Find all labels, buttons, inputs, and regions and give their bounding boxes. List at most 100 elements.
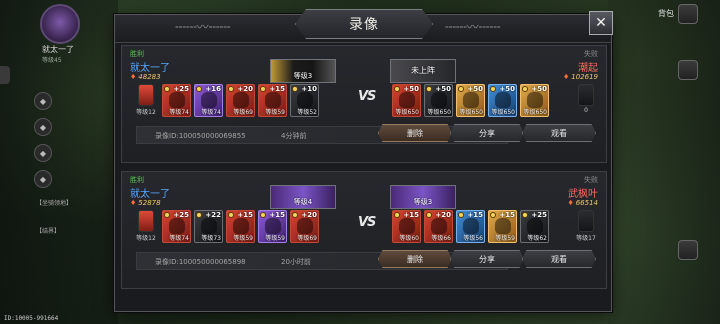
hero-portrait	[297, 218, 313, 234]
watch-button[interactable]: 观看	[522, 250, 596, 268]
hero-plus: +15	[499, 211, 515, 219]
defender-power: ♦ 102619	[562, 73, 598, 81]
attacker-pet[interactable]: 等级4	[270, 185, 336, 209]
hero-portrait	[399, 92, 415, 108]
class-icon	[228, 86, 234, 92]
hero-portrait	[169, 218, 185, 234]
hero-slot[interactable]: +10 等级52	[290, 84, 319, 117]
replay-id: 录像ID:100050000065898	[155, 258, 246, 266]
tank-icon	[138, 84, 154, 106]
backpack-button[interactable]	[678, 4, 698, 24]
attacker-tank[interactable]: 等级12	[136, 210, 156, 243]
class-icon	[164, 86, 170, 92]
hero-level: 等级74	[169, 235, 189, 242]
hero-level: 等级74	[201, 109, 221, 116]
side-menu-icon-1[interactable]: ◆	[34, 92, 52, 110]
hero-slot[interactable]: +50 等级650	[424, 84, 453, 117]
hero-portrait	[527, 92, 543, 108]
hero-level: 等级52	[297, 109, 317, 116]
side-menu-icon-3[interactable]: ◆	[34, 144, 52, 162]
defender-pet[interactable]: 等级3	[390, 185, 456, 209]
pet-level: 等级4	[293, 198, 313, 206]
hero-slot[interactable]: +20 等级66	[424, 210, 453, 243]
attacker-pet[interactable]: 等级3	[270, 59, 336, 83]
hero-slot[interactable]: +50 等级650	[392, 84, 421, 117]
share-button[interactable]: 分享	[450, 124, 524, 142]
vs-label: VS	[358, 215, 376, 230]
defender-heroes: +15 等级60 +20 等级66 +15 等级56 +15 等级59 +25 等级62	[392, 210, 549, 243]
hero-portrait	[495, 92, 511, 108]
hero-plus: +15	[269, 85, 285, 93]
server-id: ID:10005-991664	[4, 315, 59, 322]
hero-plus: +20	[237, 85, 253, 93]
share-button[interactable]: 分享	[450, 250, 524, 268]
hero-plus: +50	[435, 85, 451, 93]
hero-level: 等级69	[233, 109, 253, 116]
side-menu-icon-4[interactable]: ◆	[34, 170, 52, 188]
attacker-tank[interactable]: 等级12	[136, 84, 156, 117]
class-icon	[164, 212, 170, 218]
replay-time: 4分钟前	[281, 132, 307, 140]
hero-portrait	[431, 218, 447, 234]
attacker-name[interactable]: 就太一了	[130, 185, 170, 200]
attacker-name[interactable]: 就太一了	[130, 59, 170, 74]
defender-tank[interactable]: 0	[576, 84, 596, 117]
hero-level: 等级59	[495, 235, 515, 242]
hero-plus: +20	[435, 211, 451, 219]
hero-portrait	[297, 92, 313, 108]
hero-plus: +16	[205, 85, 221, 93]
defender-tank[interactable]: 等级17	[576, 210, 596, 243]
left-sidebar: 就太一了 等级45 ◆ ◆ ◆ ◆ 【坐骑领地】 【结界】	[0, 0, 118, 324]
defender-name[interactable]: 武枫叶	[568, 185, 598, 200]
hero-slot[interactable]: +50 等级650	[488, 84, 517, 117]
hero-portrait	[527, 218, 543, 234]
hero-slot[interactable]: +15 等级59	[258, 210, 287, 243]
watch-button[interactable]: 观看	[522, 124, 596, 142]
player-avatar[interactable]	[40, 4, 80, 44]
class-icon	[490, 86, 496, 92]
hero-slot[interactable]: +25 等级74	[162, 210, 191, 243]
panel-title: 录像	[349, 17, 379, 33]
delete-button[interactable]: 删除	[378, 250, 452, 268]
tank-icon	[578, 210, 594, 232]
vs-label: VS	[358, 89, 376, 104]
hero-portrait	[233, 92, 249, 108]
hero-slot[interactable]: +15 等级59	[258, 84, 287, 117]
hero-slot[interactable]: +20 等级69	[226, 84, 255, 117]
replay-id: 录像ID:100050000069855	[155, 132, 246, 140]
hero-slot[interactable]: +25 等级74	[162, 84, 191, 117]
pet-level: 等级3	[293, 72, 313, 80]
hero-slot[interactable]: +25 等级62	[520, 210, 549, 243]
map-tool-button-1[interactable]	[678, 60, 698, 80]
hero-portrait	[463, 92, 479, 108]
replay-panel: ╌╌╌〰╌╌╌ ╌╌╌〰╌╌╌ 录像 ✕ 胜利 失败 就太一了 潮起 ♦ 4828…	[114, 9, 613, 312]
backpack-label: 背包	[658, 9, 674, 18]
pet-empty-label: 未上阵	[411, 66, 435, 75]
class-icon	[394, 86, 400, 92]
hero-slot[interactable]: +22 等级73	[194, 210, 223, 243]
close-button[interactable]: ✕	[589, 11, 613, 35]
hero-portrait	[233, 218, 249, 234]
hero-slot[interactable]: +50 等级650	[456, 84, 485, 117]
hero-slot[interactable]: +50 等级650	[520, 84, 549, 117]
side-menu-icon-2[interactable]: ◆	[34, 118, 52, 136]
class-icon	[292, 86, 298, 92]
hero-slot[interactable]: +20 等级69	[290, 210, 319, 243]
defender-pet: 未上阵	[390, 59, 456, 83]
hero-slot[interactable]: +16 等级74	[194, 84, 223, 117]
class-icon	[426, 86, 432, 92]
hero-slot[interactable]: +15 等级59	[488, 210, 517, 243]
hero-slot[interactable]: +15 等级56	[456, 210, 485, 243]
hero-portrait	[265, 218, 281, 234]
delete-button[interactable]: 删除	[378, 124, 452, 142]
hero-portrait	[265, 92, 281, 108]
flame-icon: ♦	[130, 73, 137, 81]
defender-name[interactable]: 潮起	[578, 59, 598, 74]
hero-slot[interactable]: +15 等级59	[226, 210, 255, 243]
map-tool-button-2[interactable]	[678, 240, 698, 260]
attacker-heroes: +25 等级74 +16 等级74 +20 等级69 +15 等级59 +10 等级52	[162, 84, 319, 117]
class-icon	[260, 212, 266, 218]
hero-slot[interactable]: +15 等级60	[392, 210, 421, 243]
class-icon	[228, 212, 234, 218]
sidebar-collapse-tab[interactable]	[0, 66, 10, 84]
